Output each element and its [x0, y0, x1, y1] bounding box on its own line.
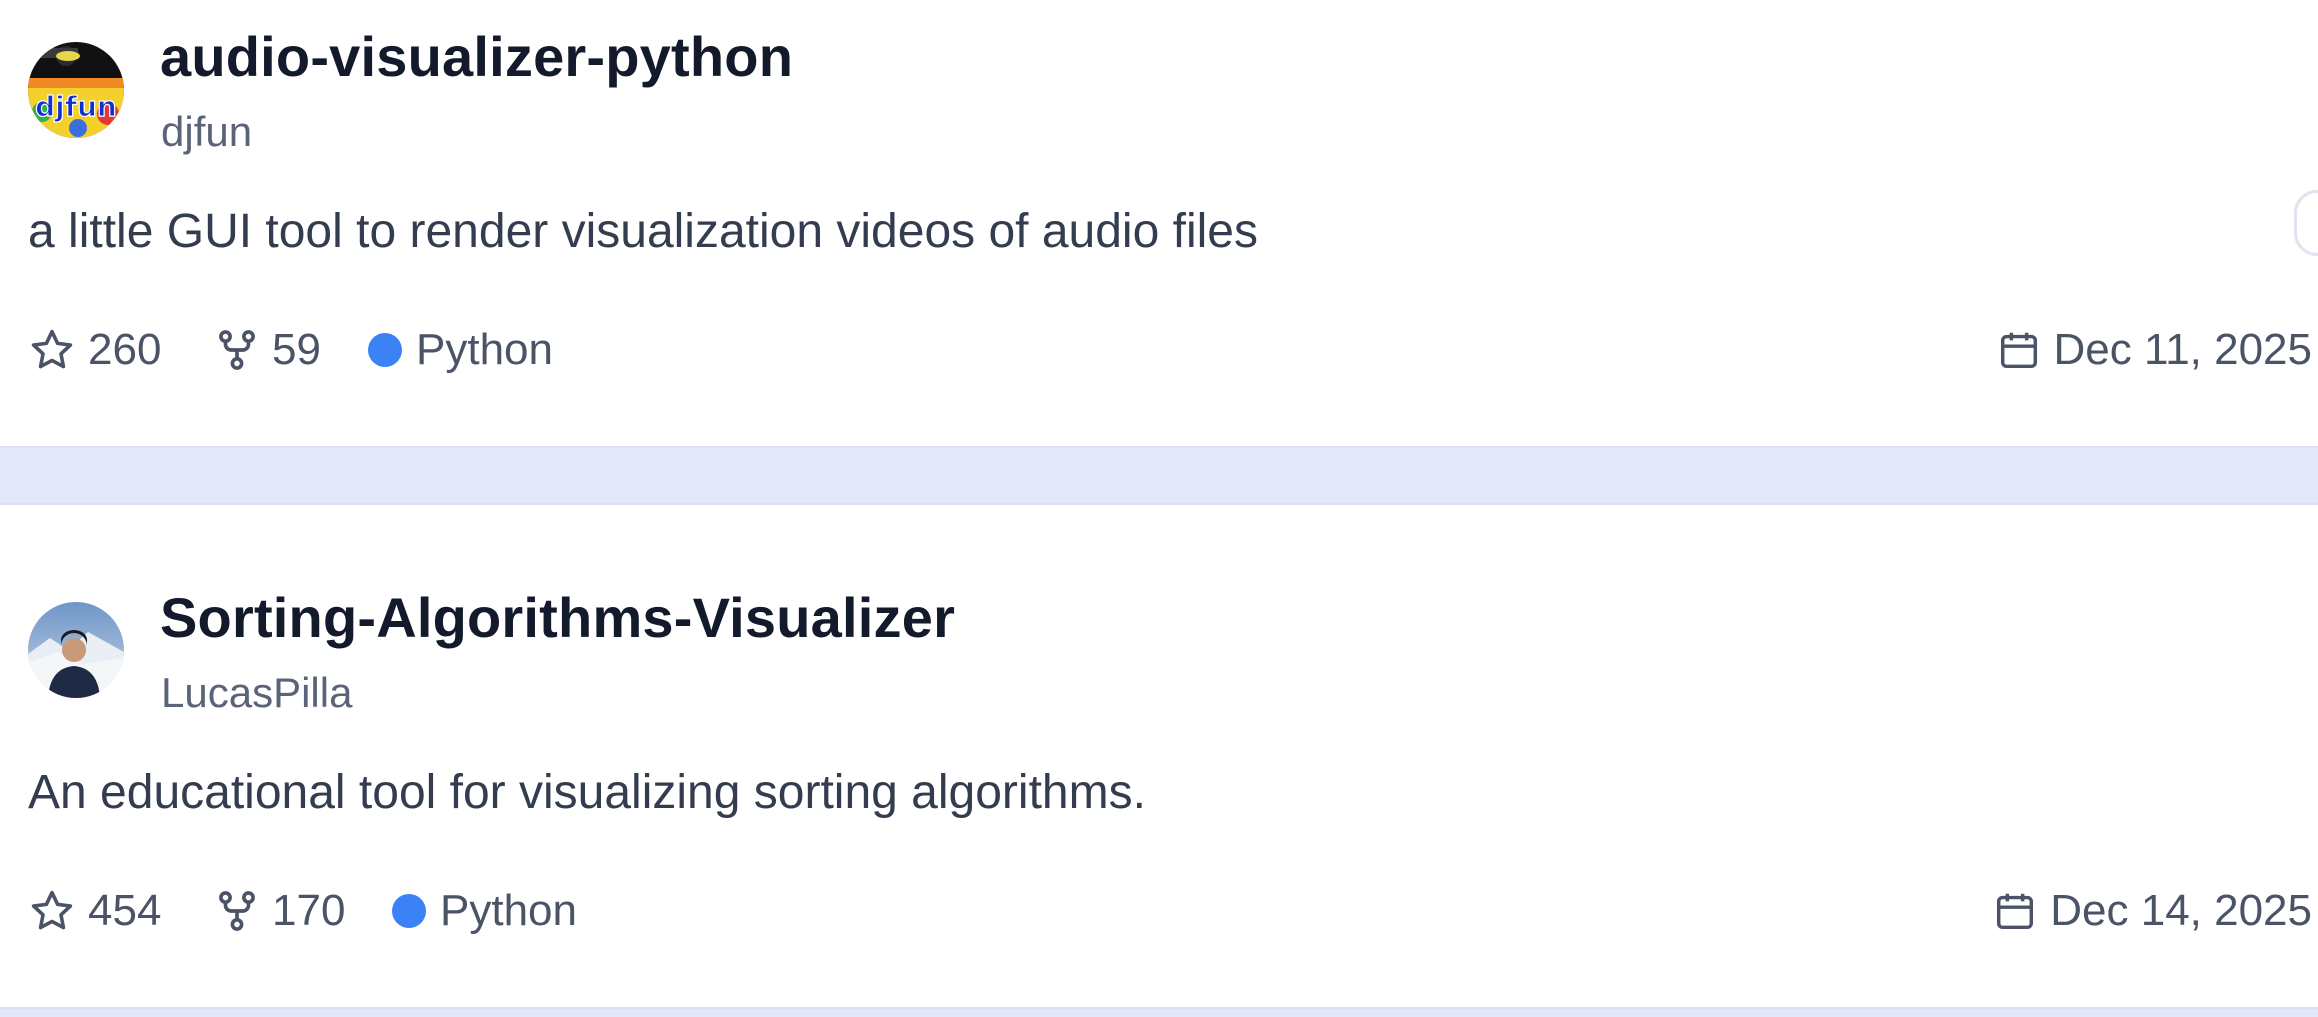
star-icon — [31, 329, 73, 369]
owner-avatar[interactable]: djfun 20 — [28, 42, 124, 138]
repo-description: An educational tool for visualizing sort… — [28, 766, 1146, 819]
repo-name[interactable]: Sorting-Algorithms-Visualizer — [160, 585, 955, 650]
language-label: Python — [392, 881, 577, 941]
repo-card[interactable]: Sorting-Algorithms-Visualizer LucasPilla… — [0, 503, 2318, 1009]
fork-icon — [219, 330, 255, 370]
svg-text:20: 20 — [110, 48, 123, 59]
repo-owner[interactable]: djfun — [161, 108, 252, 156]
star-count: 454 — [28, 881, 161, 941]
owner-avatar[interactable] — [28, 602, 124, 698]
repo-meta: 454 170 Python Dec 14, 2025 — [28, 881, 2318, 941]
repo-card[interactable]: djfun 20 audio-visualizer-python djfun a… — [0, 0, 2318, 448]
language-label: Python — [368, 320, 553, 380]
repo-meta: 260 59 Python Dec 11, 2025 — [28, 320, 2318, 380]
calendar-icon — [2000, 332, 2037, 369]
fork-icon — [219, 891, 255, 931]
svg-text:djfun: djfun — [35, 90, 117, 123]
person-photo-avatar — [28, 602, 124, 698]
scroll-handle[interactable] — [2294, 190, 2318, 256]
djfun-logo-avatar: djfun 20 — [28, 42, 124, 138]
fork-count: 59 — [214, 320, 321, 380]
repo-name[interactable]: audio-visualizer-python — [160, 24, 793, 89]
updated-date: Dec 11, 2025 — [1996, 320, 2312, 380]
repo-description: a little GUI tool to render visualizatio… — [28, 205, 1258, 258]
repo-owner[interactable]: LucasPilla — [161, 669, 352, 717]
language-color-dot — [368, 333, 402, 367]
star-icon — [31, 890, 73, 930]
calendar-icon — [1997, 893, 2034, 930]
fork-count: 170 — [214, 881, 345, 941]
star-count: 260 — [28, 320, 161, 380]
language-color-dot — [392, 894, 426, 928]
updated-date: Dec 14, 2025 — [1992, 881, 2312, 941]
